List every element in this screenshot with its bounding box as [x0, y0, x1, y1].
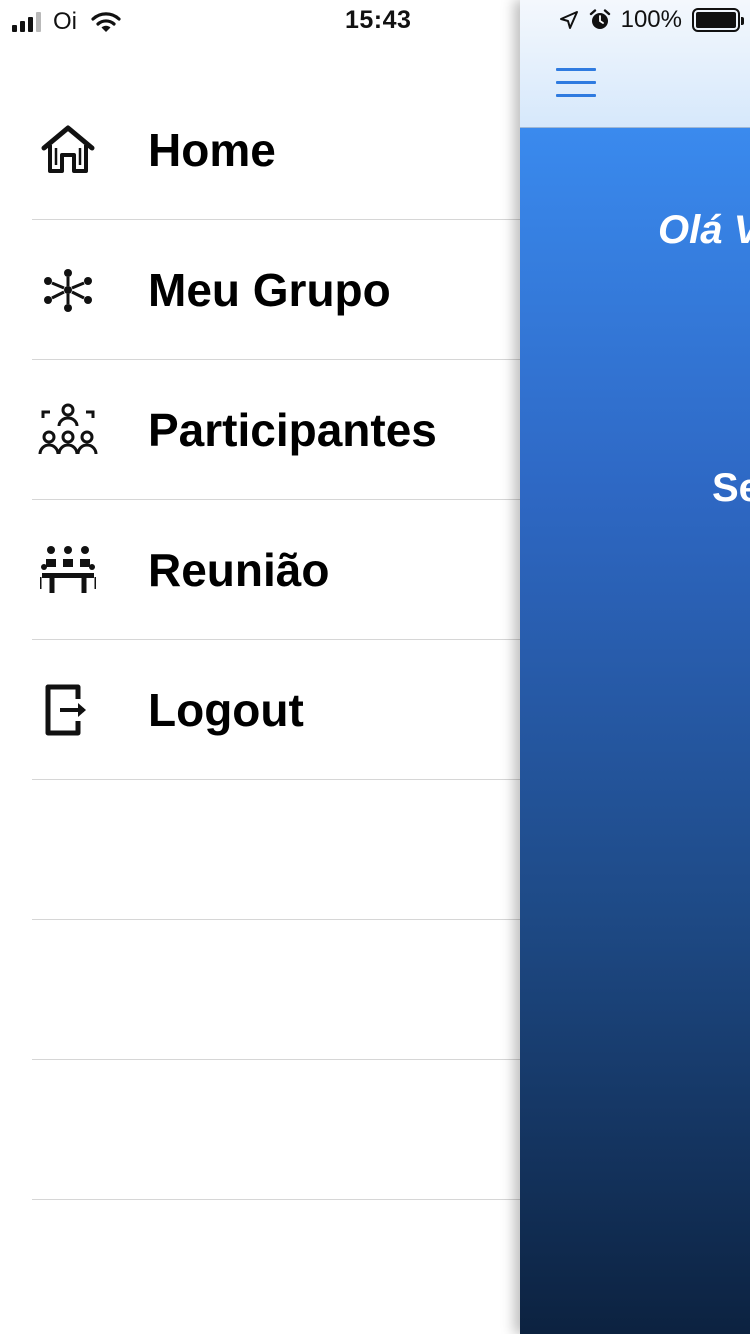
status-time: 15:43 [345, 6, 412, 34]
drawer-item-participantes[interactable]: Participantes [32, 360, 520, 500]
main-subtext: Se [712, 466, 750, 510]
drawer-item-label: Meu Grupo [148, 263, 391, 316]
navigation-drawer: Home Meu Grupo Participantes Reunião Log… [0, 0, 520, 1334]
drawer-item-logout[interactable]: Logout [32, 640, 520, 780]
meeting-icon [38, 540, 98, 600]
carrier-name: Oi [53, 8, 77, 35]
main-screen: Olá V Se [520, 0, 750, 1334]
status-left: Oi [12, 8, 121, 36]
logout-icon [38, 680, 98, 740]
battery-percentage: 100% [620, 6, 682, 33]
greeting-text: Olá V [658, 208, 750, 252]
drawer-item-home[interactable]: Home [32, 80, 520, 220]
status-bar: Oi 15:43 100% [0, 0, 750, 40]
drawer-item-label: Logout [148, 683, 304, 736]
drawer-empty-row [32, 1060, 520, 1200]
location-arrow-icon [559, 11, 578, 29]
cell-signal-icon [12, 12, 41, 32]
drawer-empty-row [32, 780, 520, 920]
drawer-empty-row [32, 920, 520, 1060]
drawer-item-meu-grupo[interactable]: Meu Grupo [32, 220, 520, 360]
drawer-item-label: Participantes [148, 403, 437, 456]
group-network-icon [38, 260, 98, 320]
battery-icon [692, 8, 744, 32]
hamburger-menu-icon[interactable] [556, 68, 596, 98]
drawer-item-label: Reunião [148, 543, 330, 596]
status-right: 100% [559, 6, 744, 34]
wifi-icon [91, 12, 121, 32]
main-content: Olá V Se [520, 128, 750, 1334]
drawer-item-label: Home [148, 123, 276, 176]
drawer-menu-list: Home Meu Grupo Participantes Reunião Log… [0, 80, 520, 1200]
participants-icon [38, 400, 98, 460]
alarm-clock-icon [589, 9, 610, 29]
drawer-item-reuniao[interactable]: Reunião [32, 500, 520, 640]
home-icon [38, 120, 98, 180]
